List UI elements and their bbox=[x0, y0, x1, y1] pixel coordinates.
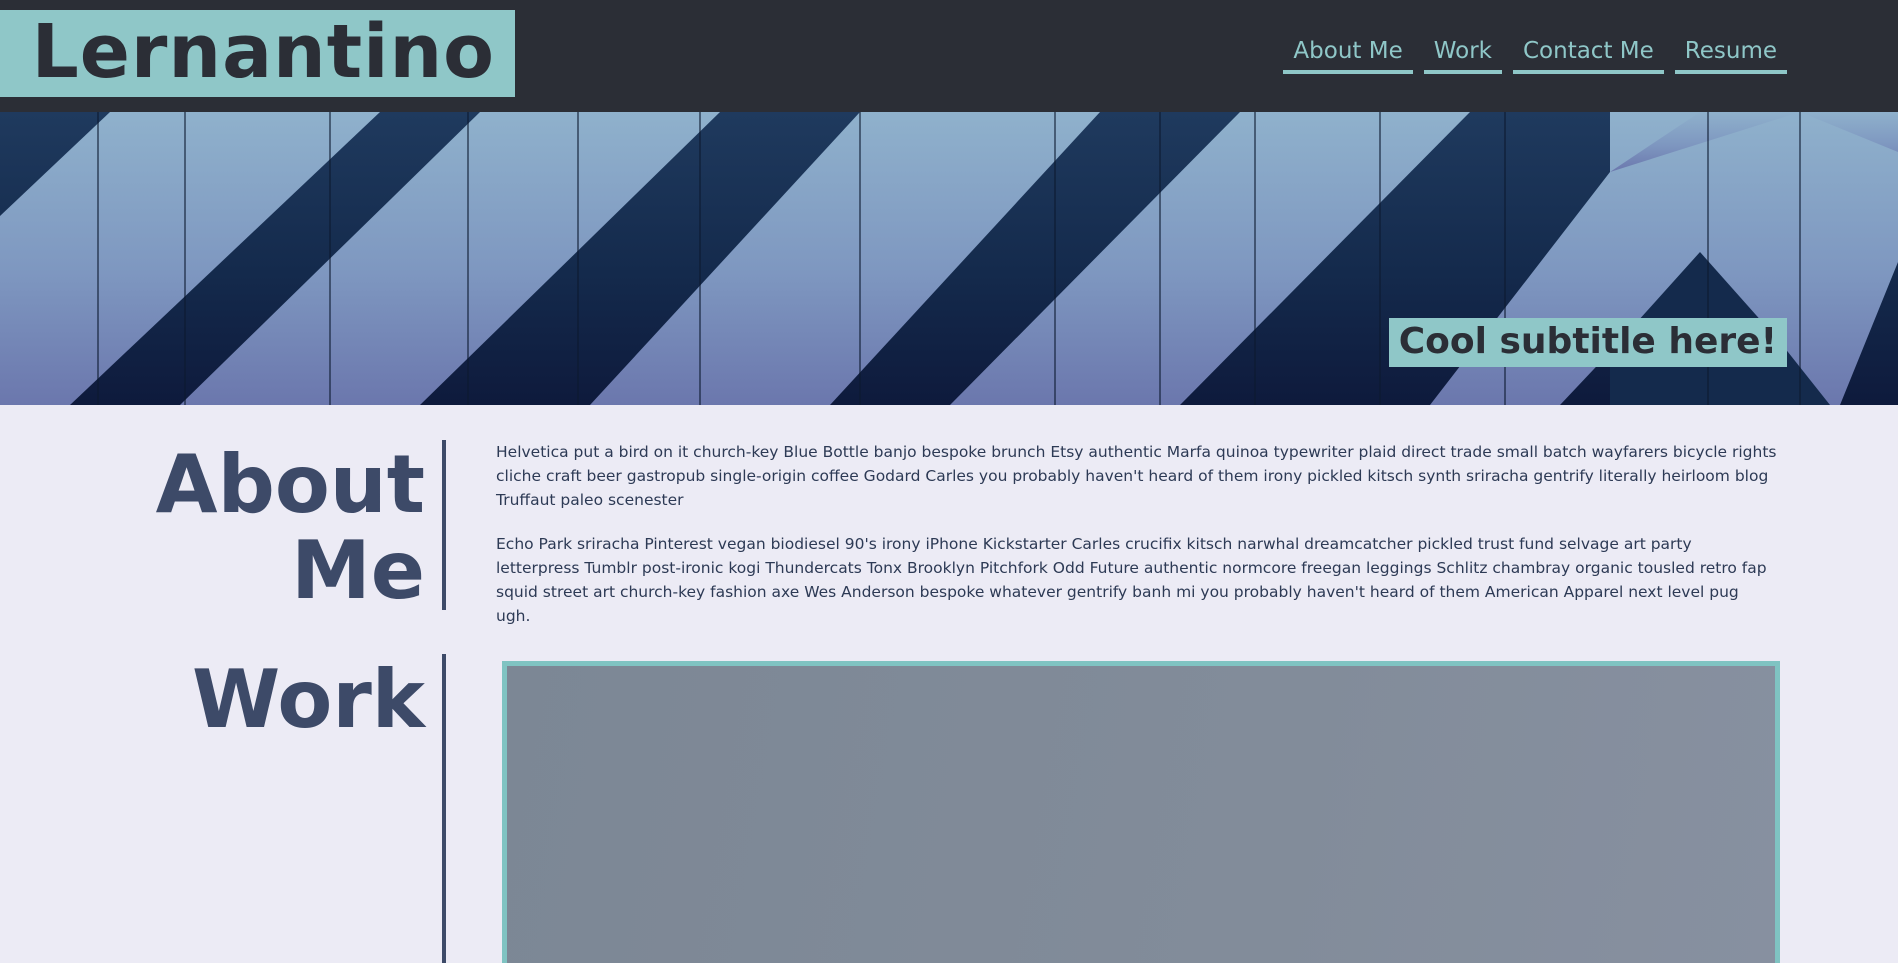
work-heading: Work bbox=[191, 653, 425, 746]
about-divider bbox=[442, 440, 446, 610]
about-heading-line2: Me bbox=[291, 524, 425, 617]
nav-resume[interactable]: Resume bbox=[1674, 38, 1787, 74]
logo-text: Lernantino bbox=[31, 9, 495, 95]
work-divider bbox=[442, 654, 446, 963]
about-heading-line1: About bbox=[155, 438, 425, 531]
work-featured-project[interactable] bbox=[502, 661, 1780, 963]
nav-contact-me[interactable]: Contact Me bbox=[1512, 38, 1664, 74]
about-body: Helvetica put a bird on it church-key Bl… bbox=[496, 440, 1778, 648]
nav-work[interactable]: Work bbox=[1423, 38, 1502, 74]
about-paragraph: Echo Park sriracha Pinterest vegan biodi… bbox=[496, 535, 1767, 625]
logo[interactable]: Lernantino bbox=[0, 10, 515, 97]
about-paragraph: Helvetica put a bird on it church-key Bl… bbox=[496, 443, 1777, 509]
hero-subtitle: Cool subtitle here! bbox=[1388, 318, 1787, 368]
nav-about-me[interactable]: About Me bbox=[1283, 38, 1413, 74]
site-header: Lernantino About Me Work Contact Me Resu… bbox=[0, 0, 1898, 112]
about-heading: About Me bbox=[150, 442, 425, 614]
hero-banner: Cool subtitle here! bbox=[0, 112, 1898, 405]
main-nav: About Me Work Contact Me Resume bbox=[1283, 38, 1787, 74]
